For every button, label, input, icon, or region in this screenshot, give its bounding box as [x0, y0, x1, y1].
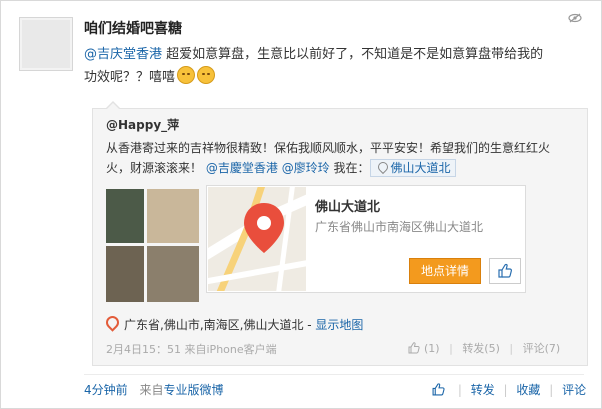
mention-link[interactable]: @廖玲玲: [282, 161, 330, 175]
repost-comment-link[interactable]: 评论(7): [523, 342, 561, 355]
post-text-line2: 功效呢？？嘻嘻: [84, 70, 176, 85]
photo-thumbnail[interactable]: [147, 246, 199, 302]
hide-icon[interactable]: [568, 13, 582, 23]
post-source[interactable]: 专业版微博: [163, 383, 223, 397]
place-card[interactable]: 佛山大道北 广东省佛山市南海区佛山大道北 地点详情: [206, 185, 526, 293]
repost-time[interactable]: 2月4日15：51: [106, 343, 181, 356]
repost-meta: 2月4日15：51 来自iPhone客户端: [106, 343, 277, 356]
post-text: @吉庆堂香港 超爱如意算盘，生意比以前好了，不知道是不是如意算盘带给我的 功效呢…: [84, 44, 584, 89]
photo-thumbnail[interactable]: [106, 246, 144, 302]
repost-button[interactable]: 转发: [471, 383, 495, 397]
thumbs-up-icon: [498, 263, 512, 278]
like-button[interactable]: [489, 258, 521, 284]
divider: [84, 374, 584, 375]
mention-link[interactable]: @吉庆堂香港: [84, 47, 162, 62]
repost-source[interactable]: iPhone客户端: [207, 343, 277, 356]
post-text-line1: 超爱如意算盘，生意比以前好了，不知道是不是如意算盘带给我的: [166, 47, 544, 62]
location-tag[interactable]: 佛山大道北: [369, 159, 456, 177]
favorite-button[interactable]: 收藏: [516, 383, 540, 397]
repost-text: 从香港寄过来的吉祥物很精致！保佑我顺风顺水，平平安安！希望我们的生意红红火 火，…: [106, 141, 551, 177]
post-time[interactable]: 4分钟前: [84, 383, 128, 397]
post-like-button[interactable]: [432, 383, 453, 397]
place-address: 广东省佛山市南海区佛山大道北: [315, 220, 484, 234]
thumbs-up-icon: [432, 383, 445, 396]
post-actions: | 转发 | 收藏 | 评论: [432, 381, 586, 398]
thumbs-up-icon: [408, 342, 420, 354]
location-pin-icon: [103, 313, 122, 332]
repost-location-line: 广东省,佛山市,南海区,佛山大道北 - 显示地图: [103, 313, 363, 333]
smile-icon: [177, 66, 196, 84]
avatar[interactable]: [19, 17, 73, 71]
place-title[interactable]: 佛山大道北: [315, 196, 380, 215]
post-author[interactable]: 咱们结婚吧喜糖: [84, 18, 182, 38]
post-meta: 4分钟前 来自专业版微博: [84, 383, 224, 397]
mention-link[interactable]: @吉慶堂香港: [206, 161, 278, 175]
show-map-link[interactable]: 显示地图: [315, 318, 363, 332]
photo-thumbnail[interactable]: [147, 189, 199, 243]
at-label: 我在：: [333, 161, 370, 175]
photo-thumbnail[interactable]: [106, 189, 144, 243]
map-thumbnail[interactable]: [208, 187, 306, 291]
location-pin-icon: [375, 159, 390, 175]
place-detail-button[interactable]: 地点详情: [409, 258, 481, 284]
repost-repost-link[interactable]: 转发(5): [462, 342, 500, 355]
smile-icon: [197, 66, 216, 84]
repost-actions: (1) | 转发(5) | 评论(7): [408, 340, 560, 356]
repost-author[interactable]: @Happy_萍: [106, 116, 179, 133]
repost-like-button[interactable]: (1): [408, 342, 443, 355]
comment-button[interactable]: 评论: [562, 383, 586, 397]
